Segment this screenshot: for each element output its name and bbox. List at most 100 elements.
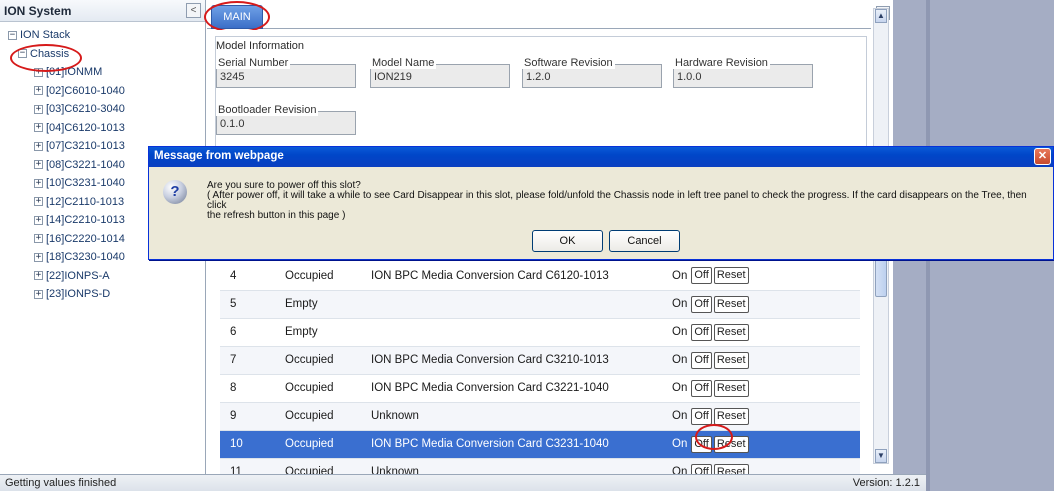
- dialog-message: Are you sure to power off this slot? ( A…: [207, 181, 1047, 221]
- reset-button[interactable]: Reset: [713, 407, 749, 425]
- plus-icon[interactable]: +: [34, 86, 43, 96]
- tree-node-label: [16]C2220-1014: [46, 232, 125, 245]
- slot-controls: On Off Reset: [660, 402, 860, 430]
- collapse-panel-button[interactable]: <: [186, 3, 201, 18]
- table-row[interactable]: 11 Occupied Unknown On Off Reset: [220, 458, 860, 474]
- power-on-button[interactable]: On: [670, 298, 689, 310]
- ok-button[interactable]: OK: [532, 230, 603, 252]
- plus-icon[interactable]: +: [34, 252, 43, 262]
- model-info-title: Model Information: [216, 40, 305, 52]
- plus-icon[interactable]: +: [34, 197, 43, 207]
- power-on-button[interactable]: On: [670, 438, 689, 450]
- slot-number: 8: [230, 382, 237, 394]
- reset-button[interactable]: Reset: [713, 435, 749, 453]
- close-icon[interactable]: ✕: [1034, 148, 1051, 165]
- power-off-button[interactable]: Off: [691, 435, 712, 453]
- table-row[interactable]: 4 Occupied ION BPC Media Conversion Card C…: [220, 262, 860, 290]
- tree-node-label: [04]C6120-1013: [46, 121, 125, 134]
- hardware-revision-value: 1.0.0: [677, 71, 702, 83]
- slot-status: Occupied: [285, 410, 334, 422]
- tree-node-label: [23]IONPS-D: [46, 288, 111, 301]
- tree-node-module[interactable]: + [22]IONPS-A: [8, 267, 205, 286]
- serial-number-value: 3245: [220, 71, 245, 83]
- serial-number-field: Serial Number 3245: [216, 57, 356, 88]
- slot-number: 7: [230, 354, 237, 366]
- plus-icon[interactable]: +: [34, 67, 43, 77]
- scroll-down-icon[interactable]: ▼: [875, 449, 887, 463]
- left-panel-header: ION System <: [0, 0, 205, 22]
- reset-button[interactable]: Reset: [713, 267, 749, 285]
- table-row[interactable]: 7 Occupied ION BPC Media Conversion Card C…: [220, 346, 860, 374]
- dialog-message-line: ( After power off, it will take a while …: [207, 190, 1027, 211]
- plus-icon[interactable]: +: [34, 123, 43, 133]
- reset-button[interactable]: Reset: [713, 463, 749, 474]
- tree-node-module[interactable]: + [02]C6010-1040: [8, 82, 205, 101]
- slot-status: Occupied: [285, 354, 334, 366]
- slot-description: Unknown: [371, 466, 419, 474]
- reset-button[interactable]: Reset: [713, 351, 749, 369]
- tree-node-label: ION Stack: [20, 29, 71, 42]
- tree-node-label: [12]C2110-1013: [46, 195, 125, 208]
- power-off-button[interactable]: Off: [691, 463, 712, 474]
- slot-table: 4 Occupied ION BPC Media Conversion Card C…: [220, 262, 860, 474]
- power-off-button[interactable]: Off: [691, 351, 712, 369]
- power-on-button[interactable]: On: [670, 354, 689, 366]
- tree-node-label: [03]C6210-3040: [46, 103, 125, 116]
- power-off-button[interactable]: Off: [691, 323, 712, 341]
- minus-icon[interactable]: −: [8, 30, 17, 40]
- plus-icon[interactable]: +: [34, 271, 43, 281]
- power-on-button[interactable]: On: [670, 382, 689, 394]
- hardware-revision-field: Hardware Revision 1.0.0: [673, 57, 813, 88]
- table-row[interactable]: 6 Empty On Off Reset: [220, 318, 860, 346]
- plus-icon[interactable]: +: [34, 234, 43, 244]
- plus-icon[interactable]: +: [34, 104, 43, 114]
- tab-main[interactable]: MAIN: [211, 5, 263, 29]
- plus-icon[interactable]: +: [34, 215, 43, 225]
- model-info-group: [215, 36, 867, 156]
- power-on-button[interactable]: On: [670, 270, 689, 282]
- slot-description: ION BPC Media Conversion Card C6120-1013: [371, 269, 609, 282]
- power-off-button[interactable]: Off: [691, 295, 712, 313]
- tree-node-chassis[interactable]: − Chassis: [8, 45, 205, 64]
- tree-node-module[interactable]: + [23]IONPS-D: [8, 285, 205, 304]
- plus-icon[interactable]: +: [34, 178, 43, 188]
- reset-button[interactable]: Reset: [713, 295, 749, 313]
- tree-node-module[interactable]: + [01]IONMM: [8, 63, 205, 82]
- table-row[interactable]: 8 Occupied ION BPC Media Conversion Card C…: [220, 374, 860, 402]
- reset-button[interactable]: Reset: [713, 379, 749, 397]
- dialog-titlebar[interactable]: Message from webpage ✕: [149, 147, 1053, 167]
- tree-node-label: [01]IONMM: [46, 66, 103, 79]
- plus-icon[interactable]: +: [34, 160, 43, 170]
- hardware-revision-label: Hardware Revision: [673, 57, 770, 69]
- slot-description: ION BPC Media Conversion Card C3221-1040: [371, 382, 609, 394]
- power-on-button[interactable]: On: [670, 410, 689, 422]
- power-on-button[interactable]: On: [670, 326, 689, 338]
- table-row[interactable]: 5 Empty On Off Reset: [220, 290, 860, 318]
- slot-control-group: On Off Reset: [670, 351, 860, 369]
- table-row[interactable]: 9 Occupied Unknown On Off Reset: [220, 402, 860, 430]
- slot-controls: On Off Reset: [660, 430, 860, 458]
- scroll-up-icon[interactable]: ▲: [875, 9, 887, 23]
- slot-number: 10: [230, 438, 243, 450]
- reset-button[interactable]: Reset: [713, 323, 749, 341]
- power-off-button[interactable]: Off: [691, 379, 712, 397]
- table-row[interactable]: 10 Occupied ION BPC Media Conversion Card …: [220, 430, 860, 458]
- tree-node-module[interactable]: + [03]C6210-3040: [8, 100, 205, 119]
- power-on-button[interactable]: On: [670, 466, 689, 474]
- power-off-button[interactable]: Off: [691, 267, 712, 285]
- tree-node-label: [18]C3230-1040: [46, 251, 125, 264]
- slot-control-group: On Off Reset: [670, 323, 860, 341]
- message-dialog: Message from webpage ✕ ? Are you sure to…: [148, 146, 1054, 260]
- software-revision-field: Software Revision 1.2.0: [522, 57, 662, 88]
- minus-icon[interactable]: −: [18, 49, 27, 59]
- plus-icon[interactable]: +: [34, 141, 43, 151]
- cancel-button[interactable]: Cancel: [609, 230, 680, 252]
- power-off-button[interactable]: Off: [691, 407, 712, 425]
- slot-number: 5: [230, 298, 237, 310]
- tree-node-module[interactable]: + [04]C6120-1013: [8, 119, 205, 138]
- tree-node-ion-stack[interactable]: − ION Stack: [8, 26, 205, 45]
- slot-number: 6: [230, 326, 237, 338]
- bootloader-revision-label: Bootloader Revision: [216, 104, 319, 116]
- plus-icon[interactable]: +: [34, 289, 43, 299]
- slot-controls: On Off Reset: [660, 290, 860, 318]
